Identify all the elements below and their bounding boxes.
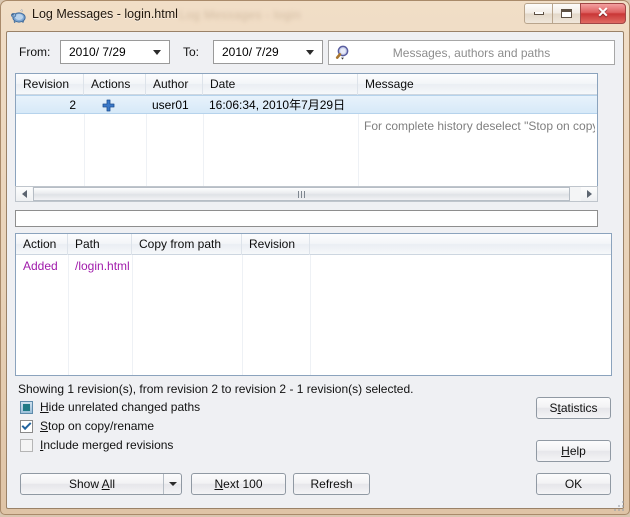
search-input[interactable]: Messages, authors and paths xyxy=(328,40,615,65)
added-plus-icon xyxy=(102,99,122,118)
close-icon: ✕ xyxy=(597,5,609,21)
from-label: From: xyxy=(19,45,51,59)
cell-revision: 2 xyxy=(69,98,76,112)
minimize-button[interactable] xyxy=(524,3,553,24)
option-label: Hide unrelated changed paths xyxy=(40,400,201,414)
refresh-button[interactable]: Refresh xyxy=(293,473,370,495)
scrollbar-track[interactable] xyxy=(32,187,581,201)
to-label: To: xyxy=(183,45,200,59)
scroll-right-button[interactable] xyxy=(581,187,597,201)
next-100-button[interactable]: Next 100 xyxy=(191,473,286,495)
help-button[interactable]: Help xyxy=(536,440,611,462)
cell-date: 16:06:34, 2010年7月29日 xyxy=(209,98,346,112)
chevron-down-icon[interactable] xyxy=(148,41,165,63)
column-header-path[interactable]: Path xyxy=(68,234,132,255)
table-row[interactable]: Added /login.html xyxy=(16,257,611,276)
column-header-revision[interactable]: Revision xyxy=(242,234,310,255)
grip-icon xyxy=(298,190,305,198)
column-header-actions[interactable]: Actions xyxy=(84,74,146,95)
checkbox-checked[interactable] xyxy=(20,419,33,433)
horizontal-scrollbar[interactable] xyxy=(15,186,598,202)
revision-list[interactable]: Revision Actions Author Date Message 2 u… xyxy=(15,73,598,201)
show-all-button[interactable]: Show All xyxy=(20,473,182,495)
path-list-header: Action Path Copy from path Revision xyxy=(16,234,611,255)
checkbox-unchecked[interactable] xyxy=(20,438,33,452)
option-label: Stop on copy/rename xyxy=(40,419,155,433)
title-ghost-artifact: Log Messages - login xyxy=(179,8,302,22)
window-title: Log Messages - login.html xyxy=(32,7,178,21)
column-header-date[interactable]: Date xyxy=(203,74,358,95)
table-row[interactable]: 2 user01 16:06:34, 2010年7月29日 xyxy=(16,95,597,114)
window-controls: ✕ xyxy=(524,3,626,24)
maximize-icon xyxy=(561,9,572,18)
maximize-button[interactable] xyxy=(552,3,581,24)
revision-list-body: 2 user01 16:06:34, 2010年7月29日 For comple… xyxy=(16,95,597,200)
from-date-combo[interactable]: 2010/ 7/29 xyxy=(60,40,170,64)
status-text: Showing 1 revision(s), from revision 2 t… xyxy=(18,382,414,396)
log-messages-window: Log Messages - login.html Log Messages -… xyxy=(0,0,630,515)
search-placeholder: Messages, authors and paths xyxy=(392,45,551,60)
column-header-message[interactable]: Message xyxy=(358,74,597,95)
option-include-merged-revisions[interactable]: Include merged revisions xyxy=(20,438,173,452)
minimize-icon xyxy=(533,12,544,15)
column-header-action[interactable]: Action xyxy=(16,234,68,255)
option-stop-on-copy-rename[interactable]: Stop on copy/rename xyxy=(20,419,154,433)
title-bar[interactable]: Log Messages - login.html Log Messages -… xyxy=(1,1,630,31)
filter-toolbar: From: 2010/ 7/29 To: 2010/ 7/29 Messages… xyxy=(15,40,615,66)
column-header-copy-from-path[interactable]: Copy from path xyxy=(132,234,242,255)
path-list-body: Added /login.html xyxy=(16,255,611,375)
tortoisesvn-turtle-icon xyxy=(10,8,27,24)
cell-path: /login.html xyxy=(75,259,130,273)
scroll-left-button[interactable] xyxy=(16,187,32,201)
ok-button[interactable]: OK xyxy=(536,473,611,495)
option-hide-unrelated-changed-paths[interactable]: Hide unrelated changed paths xyxy=(20,400,200,414)
from-date-value: 2010/ 7/29 xyxy=(69,45,126,59)
cell-action: Added xyxy=(23,259,58,273)
commit-message-box[interactable] xyxy=(15,210,598,227)
chevron-down-icon[interactable] xyxy=(301,41,318,63)
to-date-combo[interactable]: 2010/ 7/29 xyxy=(213,40,323,64)
cell-author: user01 xyxy=(152,98,189,112)
scrollbar-thumb[interactable] xyxy=(33,187,570,201)
to-date-value: 2010/ 7/29 xyxy=(222,45,279,59)
close-button[interactable]: ✕ xyxy=(580,3,626,24)
option-label: Include merged revisions xyxy=(40,438,174,452)
revision-list-header: Revision Actions Author Date Message xyxy=(16,74,597,95)
checkbox-indeterminate[interactable] xyxy=(20,400,33,414)
changed-paths-list[interactable]: Action Path Copy from path Revision Adde… xyxy=(15,233,612,376)
column-header-author[interactable]: Author xyxy=(146,74,203,95)
message-hint: For complete history deselect "Stop on c… xyxy=(364,119,595,133)
resize-grip-icon[interactable] xyxy=(613,499,625,511)
column-header-spacer xyxy=(310,234,611,255)
chevron-down-icon[interactable] xyxy=(163,474,181,494)
column-header-revision[interactable]: Revision xyxy=(16,74,84,95)
statistics-button[interactable]: Statistics xyxy=(536,397,611,419)
